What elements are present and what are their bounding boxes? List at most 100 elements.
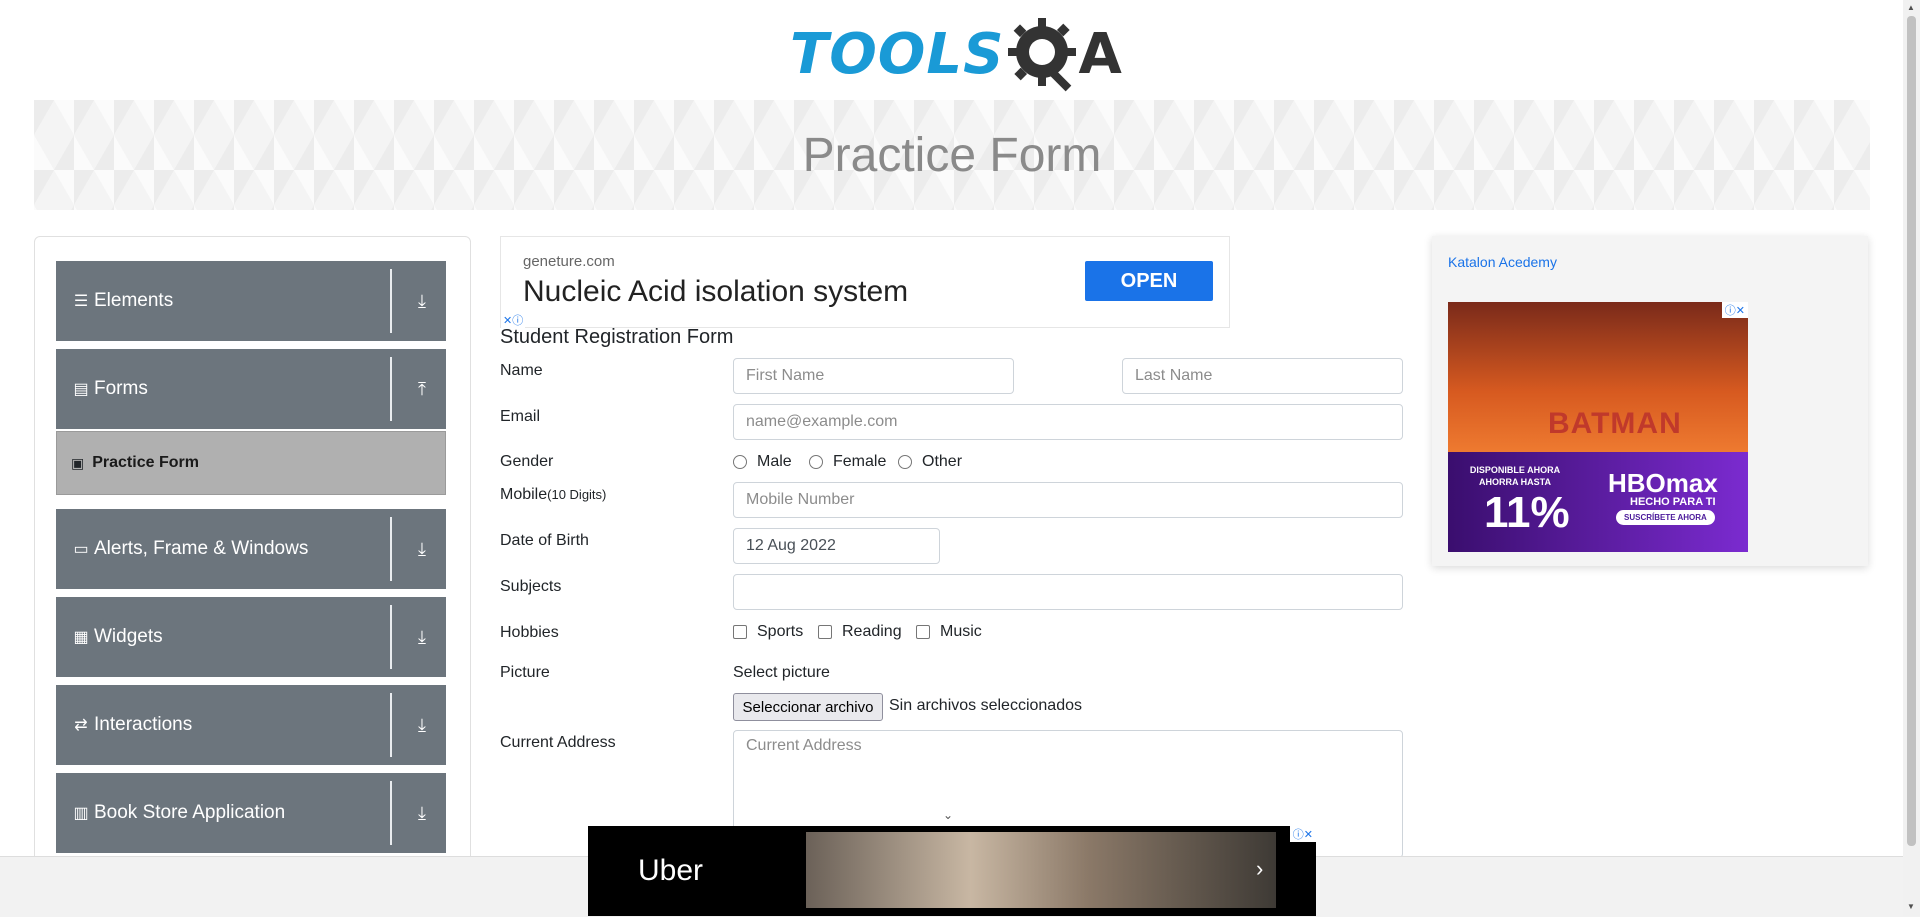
- sidebar-group-alerts[interactable]: ▭ Alerts, Frame & Windows ⤓: [56, 509, 446, 589]
- ad-headline: Nucleic Acid isolation system: [523, 275, 909, 308]
- download-arrow-icon: ⤓: [418, 538, 426, 559]
- form-title: Student Registration Form: [500, 326, 734, 348]
- radio-circle[interactable]: [733, 455, 747, 469]
- hbomax-ad[interactable]: BATMAN DISPONIBLE AHORA AHORRA HASTA 11%…: [1448, 302, 1748, 552]
- hobbies-label: Hobbies: [500, 624, 559, 641]
- toolsqa-logo[interactable]: TOOLS A: [790, 14, 1122, 94]
- ad-percent: 11%: [1484, 488, 1570, 537]
- divider: [390, 517, 392, 581]
- logo-text-a: A: [1078, 21, 1122, 87]
- download-arrow-icon: ⤓: [418, 714, 426, 735]
- movie-title: BATMAN: [1548, 407, 1682, 440]
- ad-open-button[interactable]: OPEN: [1085, 261, 1213, 301]
- last-name-input[interactable]: [1122, 358, 1403, 394]
- ad-image-bottom: DISPONIBLE AHORA AHORRA HASTA 11% HBOmax…: [1448, 452, 1748, 552]
- page-title: Practice Form: [802, 128, 1102, 182]
- divider: [390, 269, 392, 333]
- uber-logo: Uber: [638, 854, 704, 887]
- adchoices-icon[interactable]: ⓘ✕: [1289, 826, 1316, 842]
- checkbox-box[interactable]: [733, 625, 747, 639]
- ad-slogan: HECHO PARA TI: [1630, 496, 1716, 508]
- mobile-label-text: Mobile: [500, 486, 548, 503]
- checkbox-label: Sports: [757, 623, 804, 640]
- select-picture-label: Select picture: [733, 664, 830, 681]
- scroll-down-icon[interactable]: ▼: [1907, 902, 1915, 911]
- interactions-icon: ⇄: [74, 717, 88, 734]
- address-label: Current Address: [500, 734, 616, 751]
- window-icon: ▭: [73, 541, 89, 558]
- mobile-input[interactable]: [733, 482, 1403, 518]
- sidebar-group-label: Interactions: [94, 714, 193, 735]
- ad-sidebar-right[interactable]: Katalon Acedemy BATMAN DISPONIBLE AHORA …: [1432, 236, 1868, 566]
- scroll-up-icon[interactable]: ▲: [1907, 3, 1915, 12]
- hobby-checkbox-sports[interactable]: Sports: [733, 623, 803, 641]
- ad-disponible-text: DISPONIBLE AHORA AHORRA HASTA: [1469, 465, 1561, 487]
- sidebar-group-widgets[interactable]: ▦ Widgets ⤓: [56, 597, 446, 677]
- katalon-image-link[interactable]: Katalon Acedemy: [1448, 254, 1557, 270]
- gender-radio-female[interactable]: Female: [809, 453, 886, 471]
- ad-image-top: BATMAN: [1448, 302, 1748, 452]
- widgets-icon: ▦: [73, 629, 89, 646]
- radio-label: Male: [757, 453, 792, 470]
- hamburger-icon: ☰: [73, 293, 89, 310]
- sidebar-group-label: Book Store Application: [94, 802, 286, 823]
- dob-label: Date of Birth: [500, 532, 589, 549]
- logo-text-tools: TOOLS: [790, 21, 1005, 87]
- chevron-right-icon[interactable]: ›: [1256, 856, 1263, 882]
- sidebar-item-label: Practice Form: [92, 454, 199, 471]
- checkbox-box[interactable]: [916, 625, 930, 639]
- choose-file-button[interactable]: Seleccionar archivo: [733, 693, 883, 721]
- divider: [390, 605, 392, 669]
- ad-banner-bottom[interactable]: Uber › ⓘ✕: [588, 826, 1316, 916]
- ad-subscribe-button[interactable]: SUSCRÍBETE AHORA: [1616, 510, 1715, 525]
- email-input[interactable]: [733, 404, 1403, 440]
- scrollbar-thumb[interactable]: [1907, 16, 1916, 846]
- books-icon: ▥: [73, 805, 89, 822]
- checkbox-label: Music: [940, 623, 982, 640]
- email-label: Email: [500, 408, 541, 425]
- sidebar-item-practice-form[interactable]: ▣ Practice Form: [56, 431, 446, 495]
- divider: [390, 693, 392, 757]
- chevron-down-icon: ⌄: [943, 808, 954, 822]
- sidebar-group-forms[interactable]: ▤ Forms ⤒: [56, 349, 446, 429]
- divider: [390, 357, 392, 421]
- checkbox-box[interactable]: [818, 625, 832, 639]
- sidebar-group-label: Elements: [94, 290, 174, 311]
- download-arrow-icon: ⤓: [418, 290, 426, 311]
- subjects-label: Subjects: [500, 578, 562, 595]
- gender-radio-male[interactable]: Male: [733, 453, 792, 471]
- download-arrow-icon: ⤓: [418, 626, 426, 647]
- hobby-checkbox-music[interactable]: Music: [916, 623, 982, 641]
- sidebar-group-label: Widgets: [94, 626, 163, 647]
- download-arrow-icon: ⤓: [418, 802, 426, 823]
- hbomax-brand: HBOmax: [1608, 468, 1718, 498]
- ad-photo: [806, 832, 1276, 908]
- adchoices-icon[interactable]: ⓘ✕: [1721, 302, 1748, 318]
- ad-banner-top[interactable]: geneture.com Nucleic Acid isolation syst…: [500, 236, 1230, 328]
- divider: [390, 781, 392, 845]
- form-icon: ▣: [71, 454, 85, 471]
- hobby-checkbox-reading[interactable]: Reading: [818, 623, 902, 641]
- gender-radio-other[interactable]: Other: [898, 453, 962, 471]
- page-scrollbar[interactable]: ▲ ▼: [1903, 0, 1920, 916]
- gear-magnifier-icon: [1008, 18, 1077, 92]
- radio-circle[interactable]: [809, 455, 823, 469]
- dob-input[interactable]: [733, 528, 940, 564]
- radio-circle[interactable]: [898, 455, 912, 469]
- sidebar-group-elements[interactable]: ☰ Elements ⤓: [56, 261, 446, 341]
- sidebar-group-book-store[interactable]: ▥ Book Store Application ⤓: [56, 773, 446, 853]
- first-name-input[interactable]: [733, 358, 1014, 394]
- ad-domain: geneture.com: [523, 253, 615, 270]
- mobile-hint: (10 Digits): [547, 487, 607, 502]
- page-header-banner: Practice Form: [34, 100, 1870, 210]
- mobile-label: Mobile(10 Digits): [500, 486, 606, 504]
- radio-label: Other: [922, 453, 963, 470]
- sidebar-group-label: Forms: [94, 378, 148, 399]
- file-status: Sin archivos seleccionados: [889, 697, 1082, 714]
- sidebar-group-interactions[interactable]: ⇄ Interactions ⤓: [56, 685, 446, 765]
- name-label: Name: [500, 362, 543, 379]
- picture-label: Picture: [500, 664, 550, 681]
- subjects-input[interactable]: [733, 574, 1403, 610]
- upload-arrow-icon: ⤒: [418, 378, 426, 399]
- sidebar: ☰ Elements ⤓ ▤ Forms ⤒ ▣ Practice Form ▭…: [34, 236, 471, 878]
